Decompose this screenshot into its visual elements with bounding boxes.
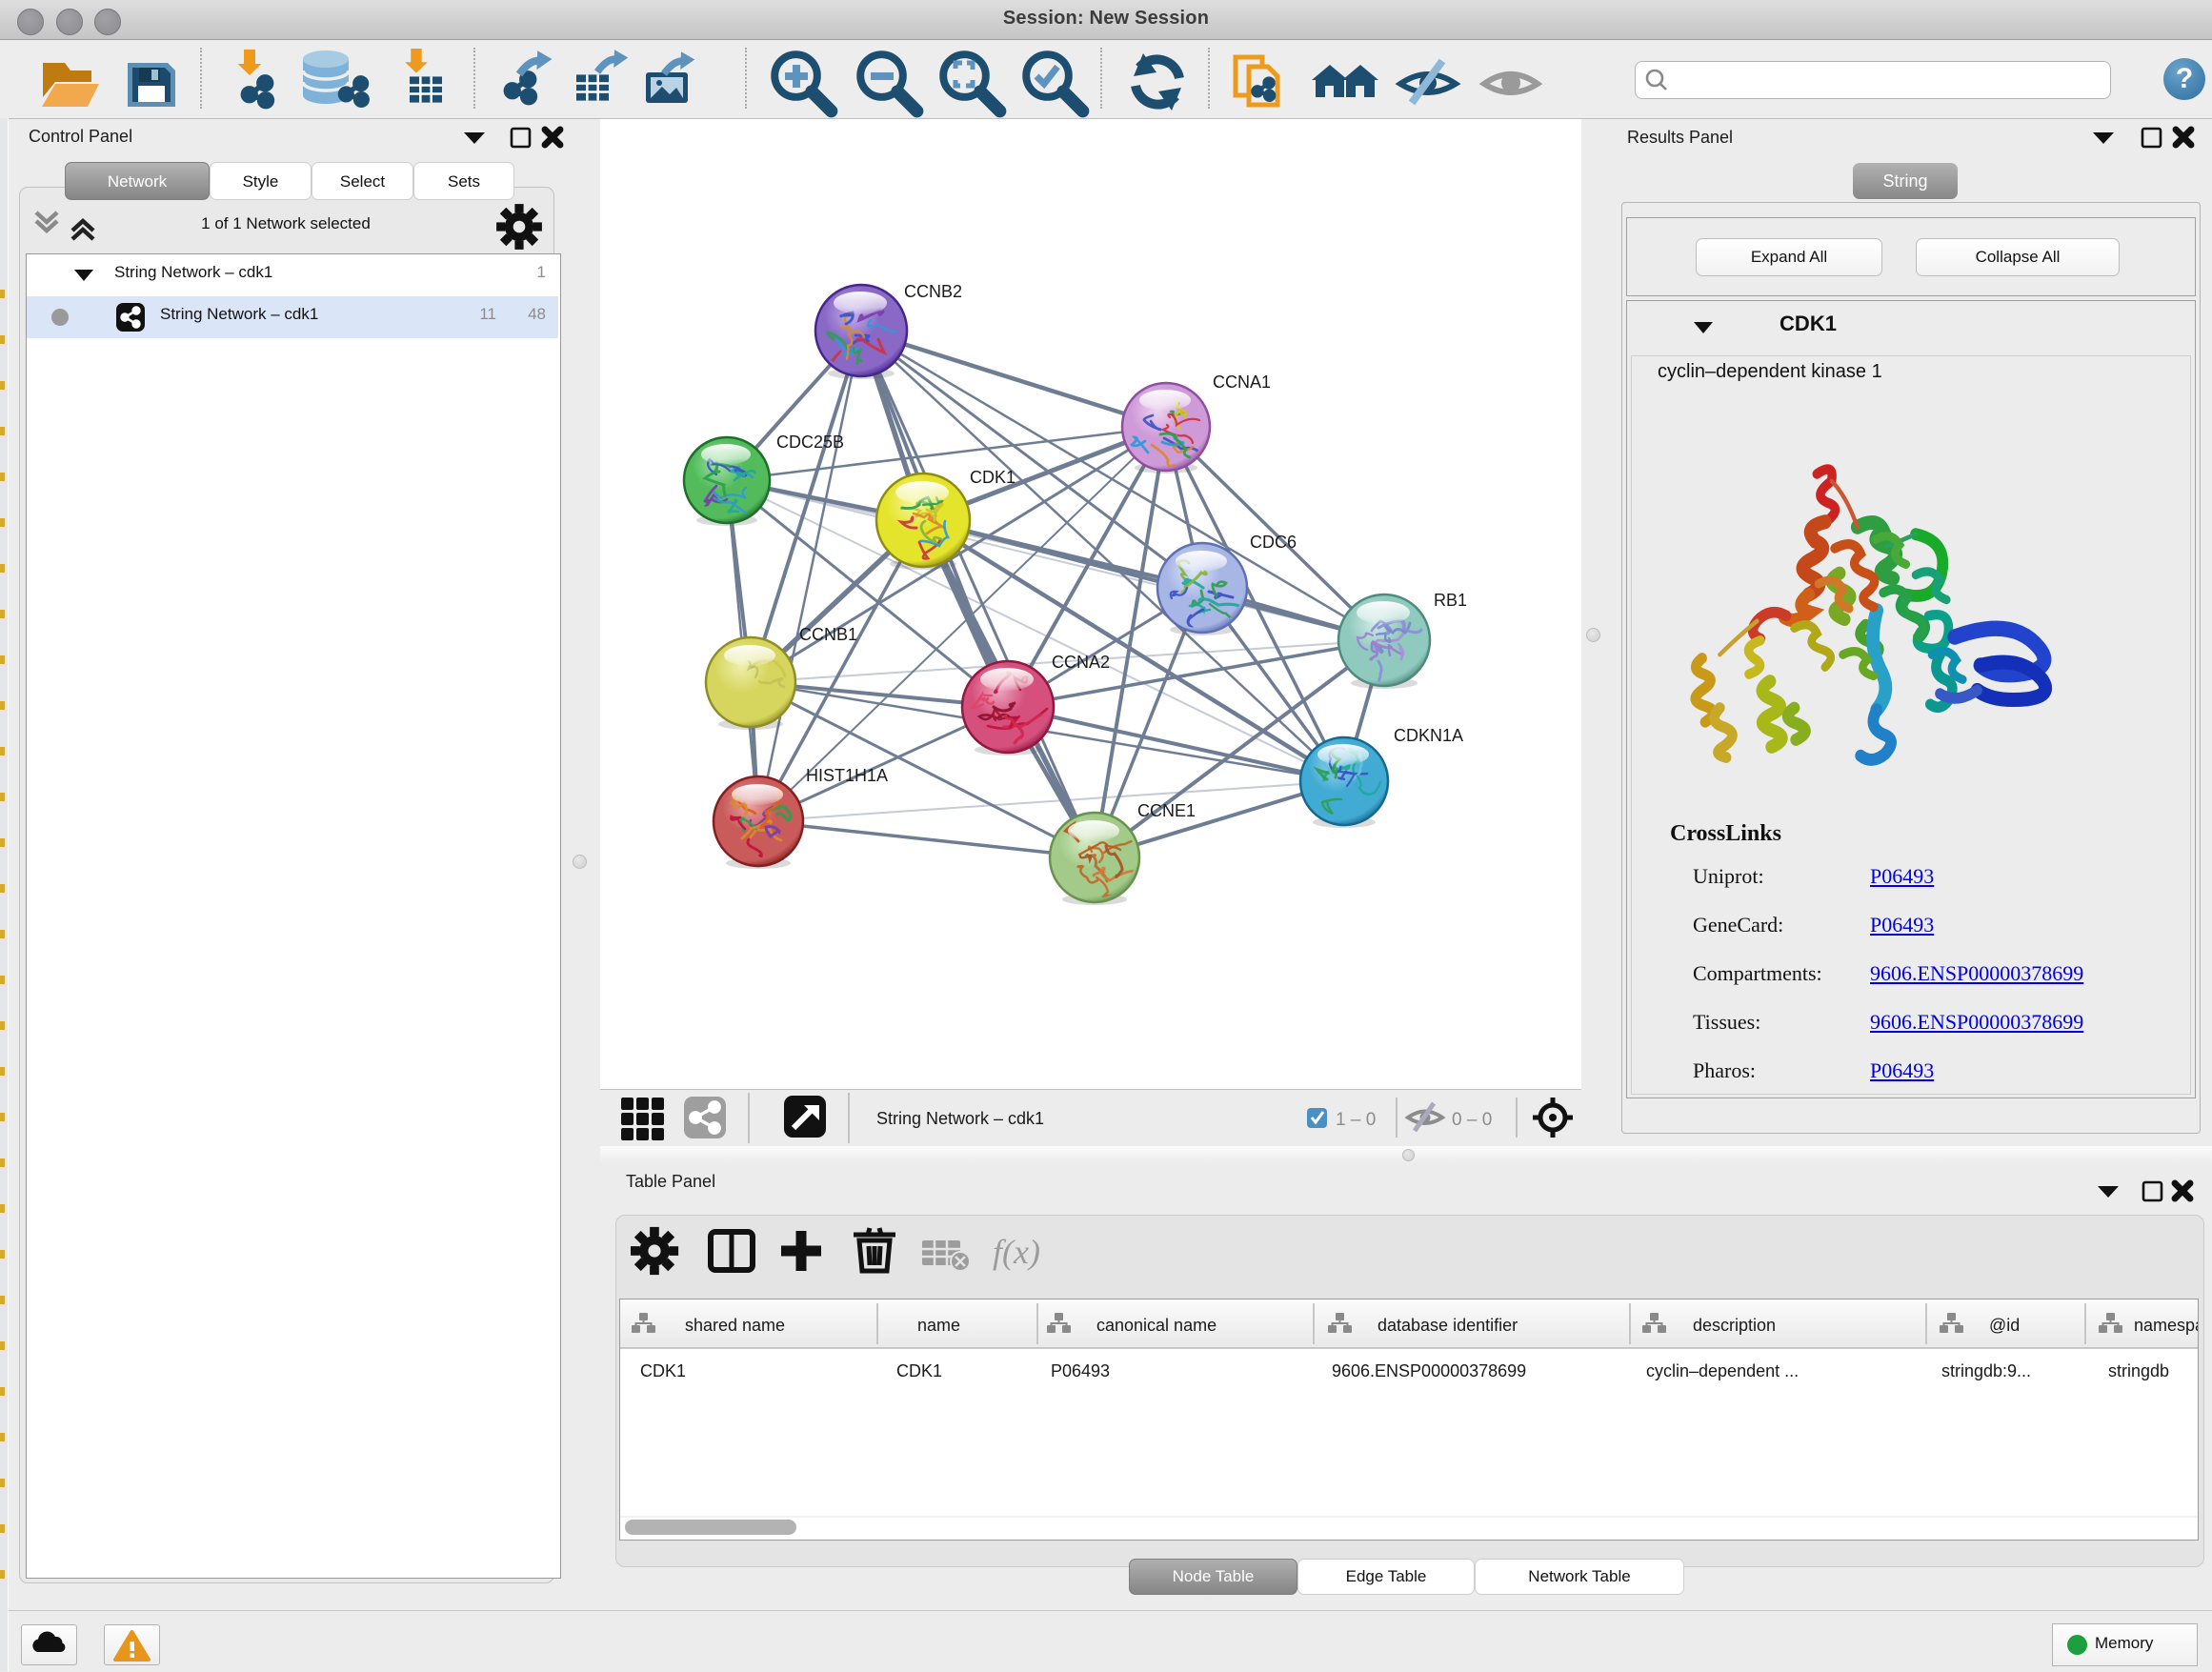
svg-text:CDK1: CDK1 <box>970 468 1016 487</box>
svg-text:HIST1H1A: HIST1H1A <box>806 766 888 785</box>
svg-text:RB1: RB1 <box>1434 591 1467 610</box>
svg-text:name: name <box>917 1316 960 1335</box>
svg-text:@id: @id <box>1989 1316 2020 1335</box>
svg-text:0 – 0: 0 – 0 <box>1452 1110 1492 1130</box>
svg-text:cyclin–dependent ...: cyclin–dependent ... <box>1646 1361 1799 1380</box>
svg-text:CCNB2: CCNB2 <box>904 282 962 301</box>
svg-text:CCNE1: CCNE1 <box>1137 801 1196 820</box>
svg-text:CDC25B: CDC25B <box>776 433 844 452</box>
svg-text:CCNA1: CCNA1 <box>1213 373 1271 392</box>
svg-text:description: description <box>1693 1316 1776 1335</box>
svg-text:canonical name: canonical name <box>1096 1316 1217 1335</box>
svg-text:database identifier: database identifier <box>1377 1316 1518 1335</box>
svg-text:1 – 0: 1 – 0 <box>1336 1110 1376 1130</box>
svg-text:CDC6: CDC6 <box>1250 533 1297 552</box>
svg-text:CDK1: CDK1 <box>896 1361 942 1380</box>
svg-text:String Network – cdk1: String Network – cdk1 <box>876 1109 1044 1128</box>
svg-text:CCNA2: CCNA2 <box>1052 653 1110 672</box>
svg-text:f(x): f(x) <box>993 1233 1040 1271</box>
svg-text:CDK1: CDK1 <box>640 1361 686 1380</box>
svg-text:9606.ENSP00000378699: 9606.ENSP00000378699 <box>1332 1361 1526 1380</box>
svg-text:stringdb: stringdb <box>2108 1361 2169 1380</box>
svg-text:namespace: namespace <box>2134 1316 2198 1335</box>
svg-text:shared name: shared name <box>685 1316 785 1335</box>
svg-text:CDKN1A: CDKN1A <box>1394 726 1463 745</box>
svg-text:CCNB1: CCNB1 <box>799 625 857 644</box>
svg-text:stringdb:9...: stringdb:9... <box>1941 1361 2031 1380</box>
svg-text:P06493: P06493 <box>1051 1361 1110 1380</box>
